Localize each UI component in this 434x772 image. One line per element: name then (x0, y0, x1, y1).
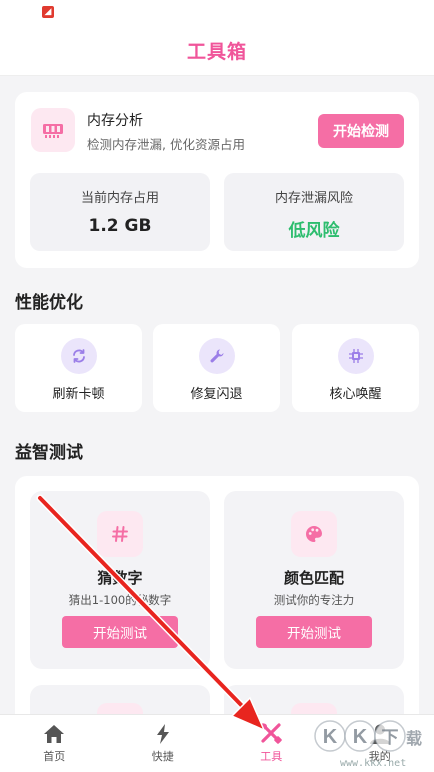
status-bar: ◢ (0, 0, 434, 26)
memory-analysis-card: 内存分析 检测内存泄漏, 优化资源占用 开始检测 当前内存占用 1.2 GB 内… (15, 92, 419, 268)
tools-icon (261, 723, 283, 744)
start-detection-button[interactable]: 开始检测 (318, 114, 404, 148)
palette-icon (291, 511, 337, 557)
core-wake-card[interactable]: 核心唤醒 (292, 324, 419, 412)
games-section-title: 益智测试 (15, 443, 83, 463)
svg-text:载: 载 (406, 729, 422, 748)
color-match-start-button[interactable]: 开始测试 (256, 616, 372, 648)
guess-number-card: 猜数字 猜出1-100的秘数字 开始测试 (30, 491, 210, 669)
memory-usage-value: 1.2 GB (88, 216, 152, 236)
tab-home-label: 首页 (43, 750, 66, 763)
games-panel: 猜数字 猜出1-100的秘数字 开始测试 颜色匹配 测试你的专注力 开始测试 (15, 476, 419, 736)
fix-crash-label: 修复闪退 (190, 387, 243, 402)
memory-usage-label: 当前内存占用 (80, 191, 159, 206)
leak-risk-box: 内存泄漏风险 低风险 (224, 173, 404, 251)
guess-number-desc: 猜出1-100的秘数字 (68, 593, 172, 607)
home-icon (44, 725, 65, 743)
tab-home[interactable]: 首页 (0, 715, 109, 772)
memory-usage-box: 当前内存占用 1.2 GB (30, 173, 210, 251)
memory-analysis-subtitle: 检测内存泄漏, 优化资源占用 (87, 137, 245, 152)
wrench-icon (198, 338, 235, 374)
color-match-desc: 测试你的专注力 (273, 593, 355, 607)
watermark-url: www.kkx.net (340, 758, 407, 769)
color-match-title: 颜色匹配 (283, 569, 344, 587)
page-title: 工具箱 (186, 41, 247, 63)
guess-number-title: 猜数字 (97, 569, 143, 587)
memory-analysis-title: 内存分析 (87, 113, 143, 129)
leak-risk-value: 低风险 (288, 221, 340, 241)
chip-icon (337, 338, 374, 374)
memory-chip-icon (31, 108, 75, 152)
refresh-icon (60, 338, 97, 374)
tab-shortcut[interactable]: 快捷 (109, 715, 218, 772)
color-match-card: 颜色匹配 测试你的专注力 开始测试 (224, 491, 404, 669)
fix-crash-card[interactable]: 修复闪退 (153, 324, 280, 412)
tab-shortcut-label: 快捷 (151, 750, 174, 763)
svg-text:K: K (353, 726, 368, 748)
leak-risk-label: 内存泄漏风险 (274, 191, 353, 206)
app-header: 工具箱 (0, 26, 434, 76)
hash-icon (97, 511, 143, 557)
guess-number-start-button[interactable]: 开始测试 (62, 616, 178, 648)
core-wake-label: 核心唤醒 (329, 387, 382, 402)
refresh-lag-label: 刷新卡顿 (52, 387, 105, 402)
tab-tools-label: 工具 (260, 750, 283, 763)
svg-text:K: K (323, 726, 338, 748)
lightning-icon (156, 724, 169, 744)
tab-tools[interactable]: 工具 (217, 715, 326, 772)
performance-section-title: 性能优化 (15, 293, 83, 313)
svg-text:下: 下 (382, 728, 399, 748)
refresh-lag-card[interactable]: 刷新卡顿 (15, 324, 142, 412)
notification-app-icon: ◢ (42, 6, 54, 18)
